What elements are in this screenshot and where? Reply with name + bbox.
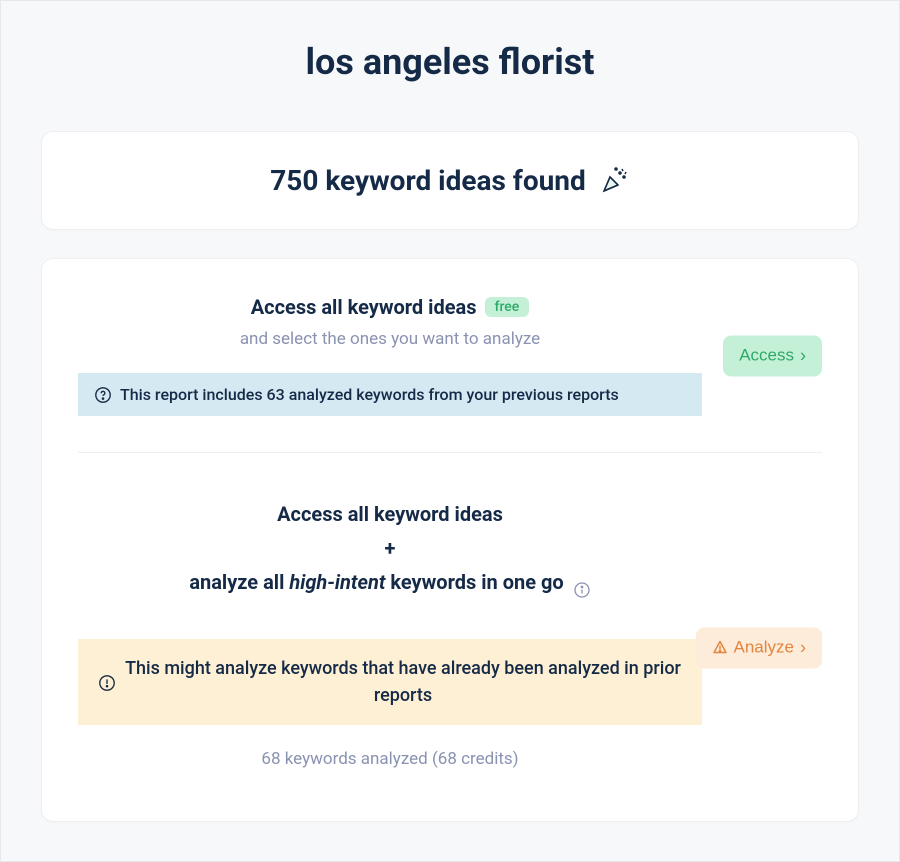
option-access-title: Access all keyword ideas (251, 295, 477, 319)
analyze-notice-text: This might analyze keywords that have al… (124, 655, 682, 709)
credits-text: 68 keywords analyzed (68 credits) (78, 749, 702, 769)
party-popper-icon (598, 165, 630, 197)
analyze-line1: Access all keyword ideas (277, 502, 503, 526)
option-analyze-title: Access all keyword ideas + analyze all h… (189, 497, 590, 599)
access-notice: This report includes 63 analyzed keyword… (78, 373, 702, 416)
analyze-button-label: Analyze (734, 638, 794, 658)
option-access-subtitle: and select the ones you want to analyze (78, 329, 702, 349)
results-text-row: 750 keyword ideas found (270, 164, 630, 197)
options-card: Access all keyword ideas free and select… (41, 258, 859, 822)
option-access-title-row: Access all keyword ideas free (251, 295, 530, 319)
option-analyze-section: Access all keyword ideas + analyze all h… (78, 453, 822, 789)
chevron-right-icon: › (800, 345, 806, 366)
chevron-right-icon: › (800, 637, 806, 658)
option-access-section: Access all keyword ideas free and select… (78, 259, 822, 453)
alert-circle-icon (98, 673, 116, 691)
option-access-content: Access all keyword ideas free and select… (78, 295, 822, 416)
results-card: 750 keyword ideas found (41, 131, 859, 230)
analyze-line2: analyze all high-intent keywords in one … (189, 570, 590, 594)
question-circle-icon (94, 386, 112, 404)
analyze-notice: This might analyze keywords that have al… (78, 639, 702, 725)
free-badge: free (485, 297, 530, 317)
warning-triangle-icon (712, 640, 728, 656)
analyze-plus: + (189, 531, 590, 565)
page-title: los angeles florist (41, 41, 859, 83)
access-notice-text: This report includes 63 analyzed keyword… (120, 385, 619, 404)
access-button[interactable]: Access › (723, 335, 822, 376)
results-count-text: 750 keyword ideas found (270, 164, 586, 197)
access-button-label: Access (739, 346, 794, 366)
analyze-button[interactable]: Analyze › (696, 627, 822, 668)
info-circle-icon[interactable] (573, 575, 591, 593)
